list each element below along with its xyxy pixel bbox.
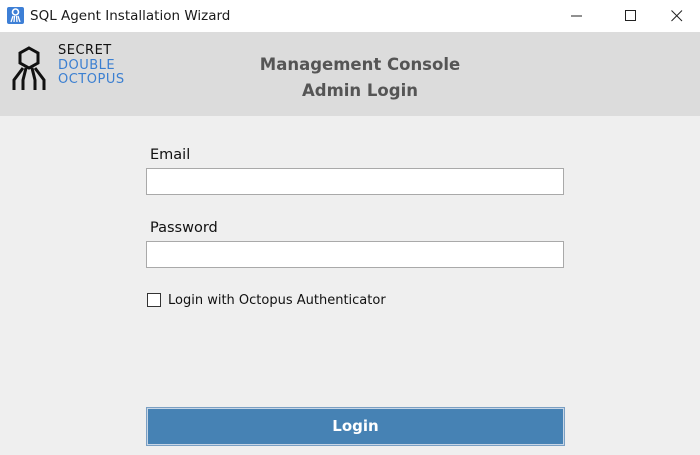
header-banner: SECRET DOUBLE OCTOPUS Management Console… bbox=[0, 32, 700, 116]
minimize-icon bbox=[571, 15, 582, 17]
email-field[interactable] bbox=[146, 168, 564, 195]
page-title: Management Console Admin Login bbox=[200, 52, 520, 104]
minimize-button[interactable] bbox=[554, 0, 600, 32]
window-title: SQL Agent Installation Wizard bbox=[30, 8, 231, 24]
logo-line-secret: SECRET bbox=[58, 43, 112, 58]
password-field[interactable] bbox=[146, 241, 564, 268]
close-button[interactable] bbox=[654, 0, 700, 32]
window-titlebar: SQL Agent Installation Wizard bbox=[0, 0, 700, 32]
email-label: Email bbox=[150, 147, 191, 163]
login-button[interactable]: Login bbox=[146, 407, 565, 446]
authenticator-checkbox-label[interactable]: Login with Octopus Authenticator bbox=[168, 293, 386, 308]
logo-line-double: DOUBLE bbox=[58, 57, 116, 73]
maximize-button[interactable] bbox=[608, 0, 654, 32]
octopus-logo-icon bbox=[11, 46, 47, 97]
page-title-line1: Management Console bbox=[259, 55, 461, 74]
maximize-icon bbox=[625, 10, 636, 21]
logo-line-octopus: OCTOPUS bbox=[58, 72, 125, 87]
authenticator-checkbox[interactable] bbox=[147, 293, 161, 307]
close-icon bbox=[671, 10, 683, 22]
octopus-app-icon bbox=[7, 7, 24, 24]
page-title-line2: Admin Login bbox=[302, 81, 418, 100]
logo-wordmark: SECRET DOUBLE OCTOPUS bbox=[58, 43, 125, 88]
password-label: Password bbox=[150, 220, 218, 236]
